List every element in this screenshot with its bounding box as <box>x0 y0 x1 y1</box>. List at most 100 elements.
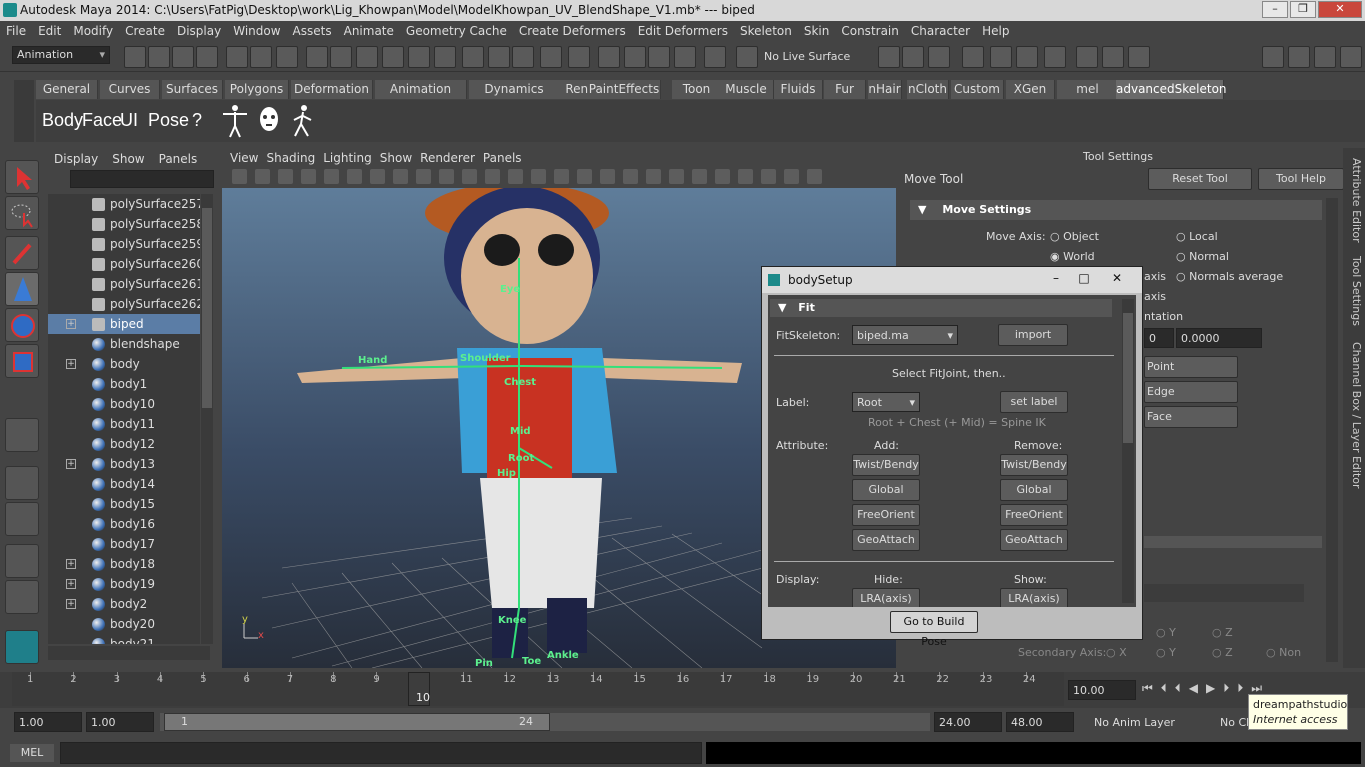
status-tool-icon[interactable] <box>382 46 404 68</box>
status-tool-icon[interactable] <box>1016 46 1038 68</box>
outliner-vscrollbar[interactable] <box>201 194 213 644</box>
move-tool-button[interactable] <box>5 272 39 306</box>
close-button[interactable]: ✕ <box>1318 1 1362 18</box>
status-tool-icon[interactable] <box>306 46 328 68</box>
status-tool-icon[interactable] <box>598 46 620 68</box>
outliner-row[interactable]: + body13 <box>48 454 200 474</box>
menu-create-deformers[interactable]: Create Deformers <box>513 21 632 42</box>
layout-graph-button[interactable] <box>5 580 39 614</box>
viewport-tool-icon[interactable] <box>347 169 362 184</box>
collapsed-section[interactable] <box>1144 536 1322 548</box>
status-tool-icon[interactable] <box>124 46 146 68</box>
viewport-tool-icon[interactable] <box>738 169 753 184</box>
shelf-ui[interactable]: UI <box>120 110 138 131</box>
viewport-menu-view[interactable]: View <box>230 149 258 167</box>
tool-settings-scrollbar[interactable] <box>1326 198 1338 662</box>
viewport-tool-icon[interactable] <box>462 169 477 184</box>
status-tool-icon[interactable] <box>990 46 1012 68</box>
sub-section[interactable] <box>1144 584 1304 602</box>
hide-lra-button[interactable]: LRA(axis) <box>852 588 920 607</box>
status-tool-icon[interactable] <box>624 46 646 68</box>
shelf-tab-advancedskeleton[interactable]: advancedSkeleton <box>1116 80 1227 99</box>
z-option[interactable]: ○ Z <box>1212 626 1233 639</box>
menu-character[interactable]: Character <box>905 21 976 42</box>
current-frame-marker[interactable]: 10 <box>408 672 430 706</box>
outliner-row[interactable]: body16 <box>48 514 200 534</box>
minimize-button[interactable]: – <box>1262 1 1288 18</box>
axis-normal-radio[interactable]: ○ Normal <box>1176 250 1229 263</box>
viewport-tool-icon[interactable] <box>232 169 247 184</box>
viewport-tool-icon[interactable] <box>600 169 615 184</box>
shelf-tab-polygons[interactable]: Polygons <box>225 80 289 99</box>
viewport-tool-icon[interactable] <box>439 169 454 184</box>
menu-create[interactable]: Create <box>119 21 171 42</box>
shelf-tab-muscle[interactable]: Muscle <box>719 80 774 99</box>
axis-object-radio[interactable]: ○ Object <box>1050 230 1099 243</box>
shelf-tab-general[interactable]: General <box>36 80 98 99</box>
layout-single-button[interactable] <box>5 466 39 500</box>
viewport-tool-icon[interactable] <box>324 169 339 184</box>
menu-skin[interactable]: Skin <box>798 21 836 42</box>
last-tool-button[interactable] <box>5 418 39 452</box>
status-tool-icon[interactable] <box>250 46 272 68</box>
remove-freeorient-button[interactable]: FreeOrient <box>1000 504 1068 526</box>
outliner-row[interactable]: body11 <box>48 414 200 434</box>
status-tool-icon[interactable] <box>226 46 248 68</box>
outliner-row[interactable]: polySurface259 <box>48 234 200 254</box>
menu-modify[interactable]: Modify <box>67 21 119 42</box>
status-tool-icon[interactable] <box>1340 46 1362 68</box>
shelf-handle[interactable] <box>14 80 34 142</box>
secondary-none[interactable]: ○ Non <box>1266 646 1301 659</box>
shelf-tab-ncloth[interactable]: nCloth <box>907 80 949 99</box>
fit-skeleton-select[interactable]: biped.ma ▾ <box>852 325 958 345</box>
reset-tool-button[interactable]: Reset Tool <box>1148 168 1252 190</box>
status-tool-icon[interactable] <box>736 46 758 68</box>
status-tool-icon[interactable] <box>462 46 484 68</box>
status-tool-icon[interactable] <box>962 46 984 68</box>
outliner-row[interactable]: body14 <box>48 474 200 494</box>
status-tool-icon[interactable] <box>356 46 378 68</box>
status-tool-icon[interactable] <box>408 46 430 68</box>
status-tool-icon[interactable] <box>568 46 590 68</box>
start-time-field[interactable]: 1.00 <box>14 712 82 732</box>
status-tool-icon[interactable] <box>276 46 298 68</box>
dialog-minimize-button[interactable]: – <box>1042 269 1070 287</box>
label-select[interactable]: Root ▾ <box>852 392 920 412</box>
outliner-row[interactable]: body15 <box>48 494 200 514</box>
status-tool-icon[interactable] <box>1128 46 1150 68</box>
y-option[interactable]: ○ Y <box>1156 626 1176 639</box>
shelf-tab-xgen[interactable]: XGen <box>1006 80 1055 99</box>
import-button[interactable]: import <box>998 324 1068 346</box>
status-tool-icon[interactable] <box>674 46 696 68</box>
rotate-tool-button[interactable] <box>5 308 39 342</box>
outliner-search-input[interactable] <box>70 170 214 188</box>
expand-icon[interactable]: + <box>66 359 76 369</box>
outliner-row[interactable]: body17 <box>48 534 200 554</box>
secondary-z[interactable]: ○ Z <box>1212 646 1233 659</box>
scale-tool-button[interactable] <box>5 344 39 378</box>
viewport-tool-icon[interactable] <box>416 169 431 184</box>
outliner-hscrollbar[interactable] <box>48 646 210 660</box>
range-handle[interactable]: 1 24 <box>164 713 550 731</box>
shelf-tab-mel[interactable]: mel <box>1057 80 1119 99</box>
playback-start-field[interactable]: 1.00 <box>86 712 154 732</box>
time-slider[interactable]: 123456789101112131415161718192021222324 … <box>0 672 1365 708</box>
expand-icon[interactable]: + <box>66 599 76 609</box>
menu-edit-deformers[interactable]: Edit Deformers <box>632 21 734 42</box>
viewport-menu-panels[interactable]: Panels <box>483 149 522 167</box>
face-button[interactable]: Face <box>1144 406 1238 428</box>
menu-display[interactable]: Display <box>171 21 227 42</box>
tpose-icon[interactable] <box>221 104 249 138</box>
outliner-row[interactable]: polySurface258 <box>48 214 200 234</box>
tab-channel-box[interactable]: Channel Box / Layer Editor <box>1345 342 1363 489</box>
playback-end-field[interactable]: 24.00 <box>934 712 1002 732</box>
shelf-tab-dynamics[interactable]: Dynamics <box>469 80 560 99</box>
status-tool-icon[interactable] <box>434 46 456 68</box>
viewport-tool-icon[interactable] <box>807 169 822 184</box>
menu-assets[interactable]: Assets <box>287 21 338 42</box>
range-track[interactable]: 1 24 <box>160 713 930 731</box>
status-tool-icon[interactable] <box>172 46 194 68</box>
shelf-tab-surfaces[interactable]: Surfaces <box>162 80 223 99</box>
expand-icon[interactable]: + <box>66 319 76 329</box>
maximize-button[interactable]: ❐ <box>1290 1 1316 18</box>
